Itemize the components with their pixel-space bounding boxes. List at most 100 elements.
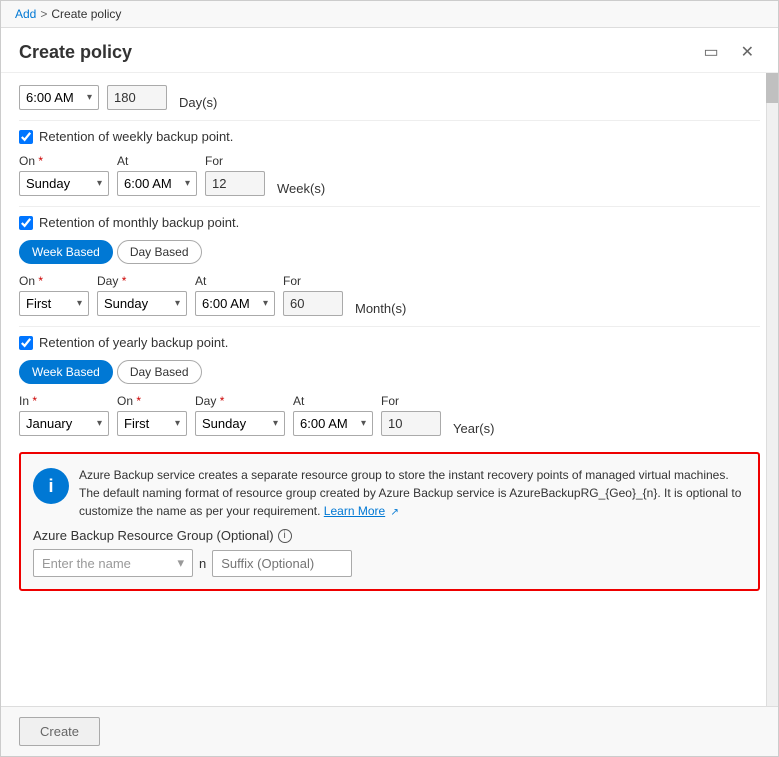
monthly-fields-row: On * First ▾ Day * Sunday ▾ (19, 274, 760, 316)
divider-3 (19, 326, 760, 327)
panel-header: Create policy ▭ ✕ (1, 28, 778, 73)
yearly-on-label: On * (117, 394, 187, 408)
yearly-day-tab[interactable]: Day Based (117, 360, 202, 384)
top-fields-row: 6:00 AM ▾ Day(s) (19, 85, 760, 110)
panel-footer: Create (1, 706, 778, 756)
monthly-tab-group: Week Based Day Based (19, 240, 760, 264)
resource-group-name-input[interactable]: Enter the name ▾ (33, 549, 193, 577)
yearly-section: Retention of yearly backup point. Week B… (19, 335, 760, 436)
yearly-tab-group: Week Based Day Based (19, 360, 760, 384)
yearly-for-input[interactable] (381, 411, 441, 436)
weekly-label: Retention of weekly backup point. (39, 129, 233, 144)
divider-2 (19, 206, 760, 207)
yearly-day-value: Sunday (202, 416, 246, 431)
monthly-day-group: Day * Sunday ▾ (97, 274, 187, 316)
top-days-unit: Day(s) (179, 95, 217, 110)
name-placeholder-text: Enter the name (42, 556, 131, 571)
weekly-for-input[interactable] (205, 171, 265, 196)
weekly-on-select[interactable]: Sunday ▾ (19, 171, 109, 196)
yearly-checkbox-row: Retention of yearly backup point. (19, 335, 760, 350)
name-suffix-row: Enter the name ▾ n (33, 549, 746, 577)
top-days-input[interactable] (107, 85, 167, 110)
weekly-for-group: For (205, 154, 265, 196)
weekly-unit: Week(s) (277, 181, 325, 196)
weekly-fields-row: On * Sunday ▾ At 6:00 AM ▾ For (19, 154, 760, 196)
learn-more-link[interactable]: Learn More (324, 504, 385, 518)
create-policy-window: Add > Create policy Create policy ▭ ✕ 6:… (0, 0, 779, 757)
monthly-checkbox[interactable] (19, 216, 33, 230)
yearly-checkbox[interactable] (19, 336, 33, 350)
yearly-in-select[interactable]: January ▾ (19, 411, 109, 436)
top-time-select[interactable]: 6:00 AM ▾ (19, 85, 99, 110)
yearly-for-group: For (381, 394, 441, 436)
monthly-at-group: At 6:00 AM ▾ (195, 274, 275, 316)
close-button[interactable]: ✕ (735, 40, 760, 64)
resource-group-label: Azure Backup Resource Group (Optional) i (33, 524, 746, 543)
monthly-on-value: First (26, 296, 51, 311)
monthly-day-tab[interactable]: Day Based (117, 240, 202, 264)
yearly-unit: Year(s) (453, 421, 494, 436)
breadcrumb-separator: > (40, 7, 47, 21)
yearly-at-value: 6:00 AM (300, 416, 348, 431)
scrollbar-thumb[interactable] (766, 73, 778, 103)
monthly-checkbox-row: Retention of monthly backup point. (19, 215, 760, 230)
chevron-down-icon: ▾ (97, 178, 102, 189)
weekly-on-label: On * (19, 154, 109, 168)
yearly-on-select[interactable]: First ▾ (117, 411, 187, 436)
weekly-at-value: 6:00 AM (124, 176, 172, 191)
monthly-section: Retention of monthly backup point. Week … (19, 215, 760, 316)
chevron-down-icon: ▾ (175, 298, 180, 309)
days-field-group (107, 85, 167, 110)
yearly-day-group: Day * Sunday ▾ (195, 394, 285, 436)
chevron-down-icon: ▾ (87, 92, 92, 103)
weekly-at-group: At 6:00 AM ▾ (117, 154, 197, 196)
monthly-day-select[interactable]: Sunday ▾ (97, 291, 187, 316)
yearly-day-label: Day * (195, 394, 285, 408)
resource-group-section: Azure Backup Resource Group (Optional) i… (21, 520, 758, 589)
monthly-week-tab[interactable]: Week Based (19, 240, 113, 264)
monthly-on-label: On * (19, 274, 89, 288)
yearly-in-value: January (26, 416, 72, 431)
suffix-input[interactable] (212, 550, 352, 577)
weekly-at-select[interactable]: 6:00 AM ▾ (117, 171, 197, 196)
breadcrumb-add[interactable]: Add (15, 7, 36, 21)
monthly-at-select[interactable]: 6:00 AM ▾ (195, 291, 275, 316)
chevron-down-icon: ▾ (263, 298, 268, 309)
monthly-unit: Month(s) (355, 301, 406, 316)
maximize-button[interactable]: ▭ (697, 40, 724, 64)
weekly-section: Retention of weekly backup point. On * S… (19, 129, 760, 196)
monthly-for-input[interactable] (283, 291, 343, 316)
top-section: 6:00 AM ▾ Day(s) (19, 85, 760, 110)
yearly-in-label: In * (19, 394, 109, 408)
external-link-icon: ↗ (391, 507, 399, 518)
monthly-day-label: Day * (97, 274, 187, 288)
info-content: i Azure Backup service creates a separat… (21, 454, 758, 520)
monthly-at-label: At (195, 274, 275, 288)
resource-group-label-text: Azure Backup Resource Group (Optional) (33, 528, 274, 543)
top-time-value: 6:00 AM (26, 90, 74, 105)
info-text: Azure Backup service creates a separate … (79, 466, 746, 520)
info-resource-box: i Azure Backup service creates a separat… (19, 452, 760, 591)
weekly-checkbox[interactable] (19, 130, 33, 144)
yearly-day-select[interactable]: Sunday ▾ (195, 411, 285, 436)
time-field-group: 6:00 AM ▾ (19, 85, 99, 110)
yearly-fields-row: In * January ▾ On * First ▾ (19, 394, 760, 436)
yearly-week-tab[interactable]: Week Based (19, 360, 113, 384)
yearly-for-label: For (381, 394, 441, 408)
chevron-down-icon: ▾ (361, 418, 366, 429)
yearly-at-select[interactable]: 6:00 AM ▾ (293, 411, 373, 436)
create-button[interactable]: Create (19, 717, 100, 746)
resource-group-info-icon[interactable]: i (278, 529, 292, 543)
weekly-on-group: On * Sunday ▾ (19, 154, 109, 196)
header-icons: ▭ ✕ (697, 40, 760, 64)
panel-body: 6:00 AM ▾ Day(s) Retention of weekly bac… (1, 73, 778, 706)
scrollbar-track[interactable] (766, 73, 778, 706)
chevron-down-icon: ▾ (97, 418, 102, 429)
weekly-checkbox-row: Retention of weekly backup point. (19, 129, 760, 144)
info-icon: i (33, 468, 69, 504)
yearly-on-value: First (124, 416, 149, 431)
chevron-down-icon: ▾ (175, 418, 180, 429)
monthly-on-select[interactable]: First ▾ (19, 291, 89, 316)
info-text-content: Azure Backup service creates a separate … (79, 468, 741, 518)
breadcrumb-current: Create policy (51, 7, 121, 21)
